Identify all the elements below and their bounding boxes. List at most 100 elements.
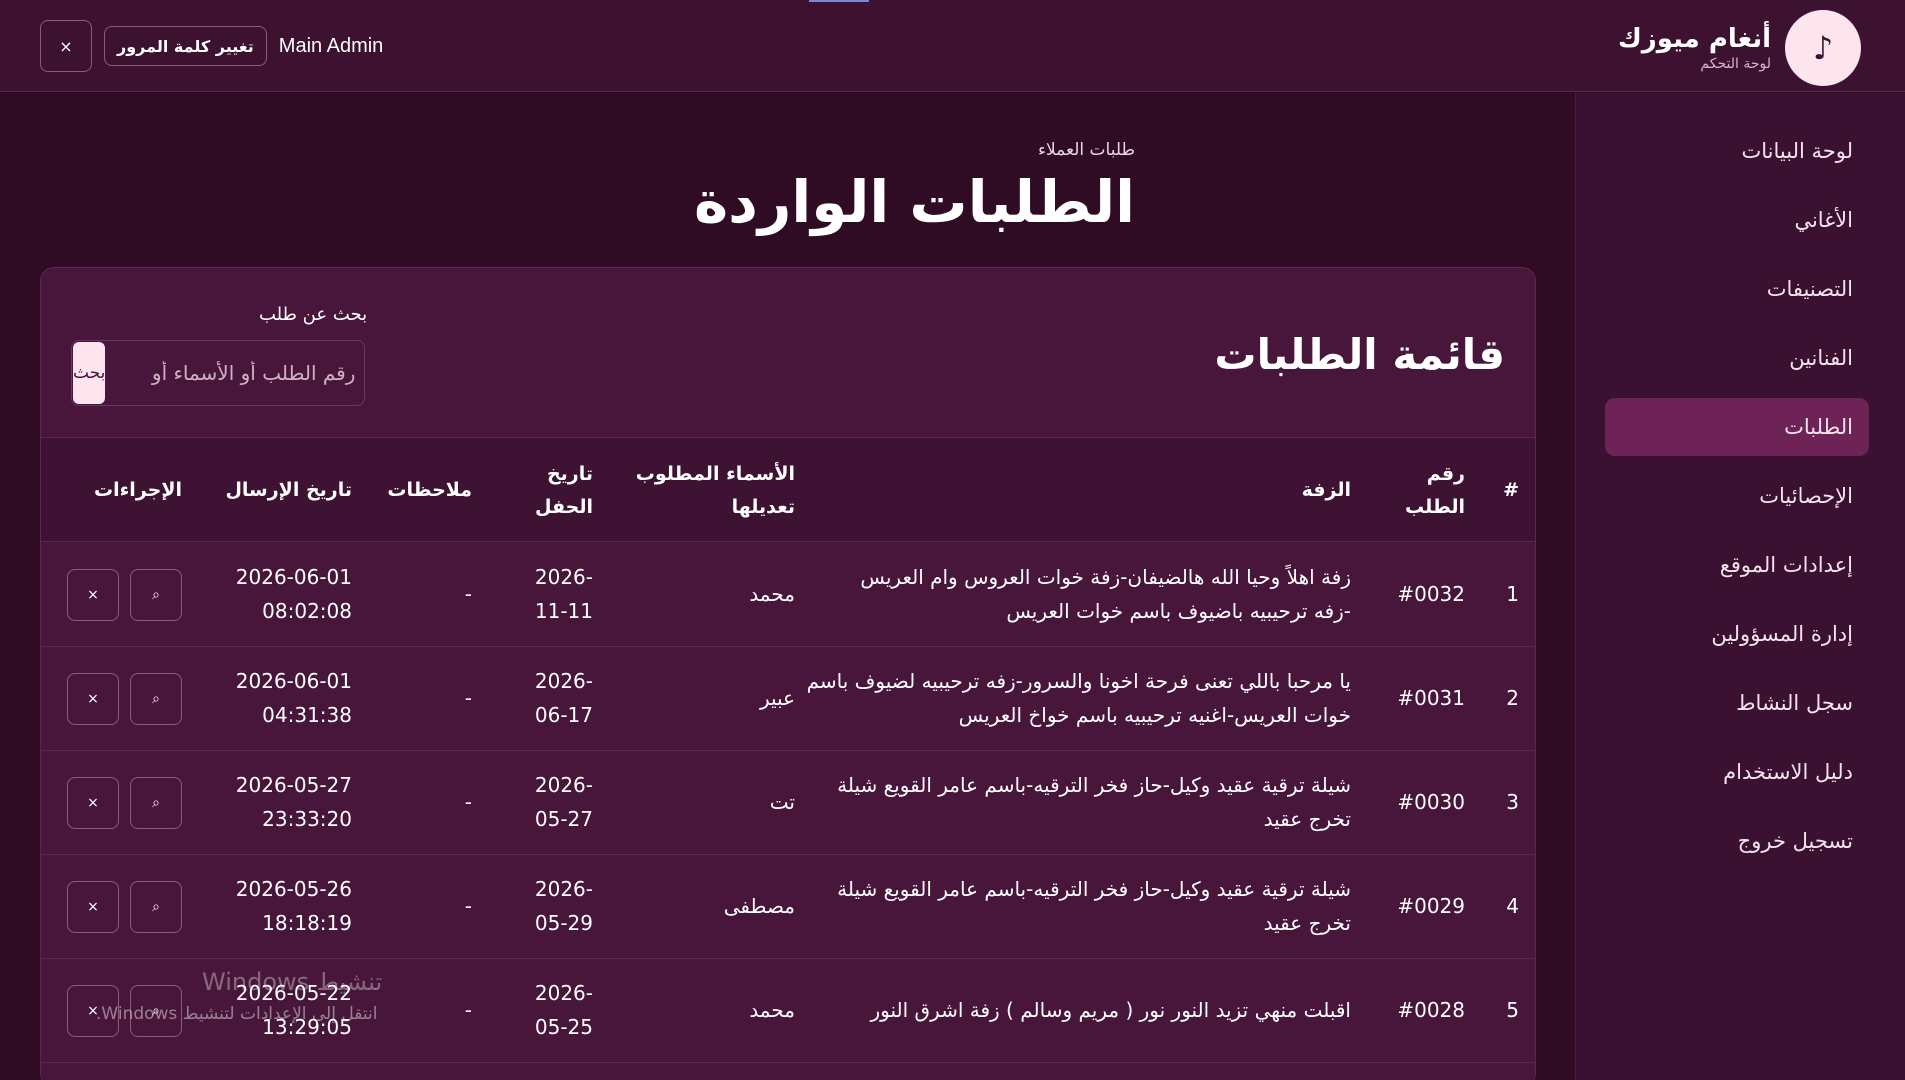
sidebar-item-artists[interactable]: الفنانين — [1605, 329, 1869, 387]
cell-sent-date-line-2: 04:31:38 — [262, 703, 352, 727]
cell-notes: - — [464, 998, 472, 1022]
header-actions: × تغيير كلمة المرور Main Admin — [40, 20, 383, 72]
delete-button[interactable]: × — [67, 881, 119, 933]
windows-watermark-title: تنشيط Windows — [202, 968, 383, 996]
cell-sent-date-line-2: 23:33:20 — [262, 807, 352, 831]
cell-names: تت — [769, 790, 795, 814]
cell-order-no: #0032 — [1397, 582, 1465, 606]
sidebar-item-categories[interactable]: التصنيفات — [1605, 260, 1869, 318]
delete-button[interactable]: × — [67, 777, 119, 829]
table-row: 2 #0031 يا مرحبا باللي تعنى فرحة اخونا وال… — [41, 647, 1535, 751]
orders-card: قائمة الطلبات بحث عن طلب بحث # رقم الطلب… — [40, 267, 1536, 1080]
view-button[interactable]: ⌕ — [130, 777, 182, 829]
close-icon: × — [87, 587, 99, 603]
cell-zaffa-line-2: تخرج عقيد — [1263, 911, 1351, 935]
cell-index: 3 — [1506, 790, 1519, 814]
sidebar-item-songs[interactable]: الأغاني — [1605, 191, 1869, 249]
brand-text: أنغام ميوزك لوحة التحكم — [1618, 24, 1771, 71]
brand-subtitle: لوحة التحكم — [1700, 55, 1771, 72]
cell-order-no: #0029 — [1397, 894, 1465, 918]
music-note-icon: ♪ — [1785, 10, 1861, 86]
close-icon: × — [87, 899, 99, 915]
cell-sent-date-line-1: 2026-05-27 — [235, 773, 352, 797]
cell-notes: - — [464, 790, 472, 814]
cell-sent-date-line-2: 08:02:08 — [262, 599, 352, 623]
cell-sent-date-line-1: 2026-06-01 — [235, 669, 352, 693]
column-header-party-date-2: الحفل — [535, 496, 593, 518]
cell-zaffa-line-2: خوات العريس-اغنيه ترحيبيه باسم خواخ العر… — [958, 703, 1351, 727]
table-row: 4 #0029 شيلة ترقية عقيد وكيل-حاز فخر الترق… — [41, 855, 1535, 959]
search-button[interactable]: بحث — [73, 342, 106, 404]
column-header-index: # — [1503, 479, 1519, 501]
cell-zaffa-line-1: اقبلت منهي تزيد النور نور ( مريم وسالم )… — [870, 998, 1351, 1022]
sidebar-item-statistics[interactable]: الإحصائيات — [1605, 467, 1869, 525]
view-icon: ⌕ — [152, 899, 160, 915]
cell-sent-date-line-2: 18:18:19 — [262, 911, 352, 935]
cell-order-no: #0030 — [1397, 790, 1465, 814]
close-icon: × — [87, 795, 99, 811]
column-header-party-date-1: تاريخ — [546, 463, 593, 485]
sidebar-item-dashboard[interactable]: لوحة البيانات — [1605, 122, 1869, 180]
cell-order-no: #0028 — [1397, 998, 1465, 1022]
cell-names: مصطفى — [723, 894, 795, 918]
cell-party-date-line-1: 2026- — [534, 669, 593, 693]
column-header-zaffa: الزفة — [1301, 479, 1351, 501]
column-header-names-1: الأسماء المطلوب — [635, 463, 795, 485]
cell-notes: - — [464, 894, 472, 918]
cell-names: محمد — [749, 582, 795, 606]
view-icon: ⌕ — [152, 691, 160, 707]
cell-notes: - — [464, 582, 472, 606]
sidebar-item-admins[interactable]: إدارة المسؤولين — [1605, 605, 1869, 663]
cell-party-date-line-1: 2026- — [534, 773, 593, 797]
sidebar-item-activity-log[interactable]: سجل النشاط — [1605, 674, 1869, 732]
sidebar: لوحة البيانات الأغاني التصنيفات الفنانين… — [1575, 93, 1905, 1080]
top-bar: ♪ أنغام ميوزك لوحة التحكم × تغيير كلمة ا… — [0, 0, 1905, 92]
cell-party-date-line-2: 11-11 — [534, 599, 593, 623]
change-password-button[interactable]: تغيير كلمة المرور — [104, 26, 267, 66]
cell-party-date-line-2: 06-17 — [534, 703, 593, 727]
search-label: بحث عن طلب — [259, 304, 368, 325]
cell-zaffa-line-1: شيلة ترقية عقيد وكيل-حاز فخر الترقيه-باس… — [837, 877, 1351, 901]
sidebar-item-user-guide[interactable]: دليل الاستخدام — [1605, 743, 1869, 801]
delete-button[interactable]: × — [67, 673, 119, 725]
cell-index: 2 — [1506, 686, 1519, 710]
table-row: 3 #0030 شيلة ترقية عقيد وكيل-حاز فخر الترق… — [41, 751, 1535, 855]
cell-party-date-line-1: 2026- — [534, 981, 593, 1005]
close-icon: × — [87, 691, 99, 707]
cell-index: 4 — [1506, 894, 1519, 918]
cell-names: محمد — [749, 998, 795, 1022]
cell-zaffa-line-2: -زفه ترحيبيه باضيوف باسم خوات العريس — [1006, 599, 1351, 623]
column-header-actions: الإجراءات — [93, 479, 182, 501]
cell-party-date-line-1: 2026- — [534, 565, 593, 589]
search-input[interactable] — [106, 341, 364, 405]
cell-order-no: #0031 — [1397, 686, 1465, 710]
cell-zaffa-line-1: يا مرحبا باللي تعنى فرحة اخونا والسرور-ز… — [806, 669, 1351, 693]
cell-zaffa-line-1: زفة اهلاً وحيا الله هالضيفان-زفة خوات ال… — [860, 565, 1351, 589]
cell-party-date-line-2: 05-29 — [534, 911, 593, 935]
cell-zaffa-line-1: شيلة ترقية عقيد وكيل-حاز فخر الترقيه-باس… — [837, 773, 1351, 797]
column-header-notes: ملاحظات — [387, 479, 472, 501]
cell-sent-date-line-1: 2026-05-26 — [235, 877, 352, 901]
cell-index: 1 — [1506, 582, 1519, 606]
delete-button[interactable]: × — [67, 569, 119, 621]
cell-party-date-line-1: 2026- — [534, 877, 593, 901]
cell-party-date-line-2: 05-27 — [534, 807, 593, 831]
search-box: بحث — [71, 340, 365, 406]
windows-watermark-subtitle: انتقل إلى الإعدادات لتنشيط Windows. — [96, 1004, 378, 1024]
admin-name: Main Admin — [278, 34, 384, 57]
column-header-order-no-2: الطلب — [1404, 496, 1465, 518]
cell-names: عبير — [759, 686, 795, 710]
cell-sent-date-line-1: 2026-06-01 — [235, 565, 352, 589]
accent-line — [809, 0, 869, 2]
view-button[interactable]: ⌕ — [130, 569, 182, 621]
brand[interactable]: ♪ أنغام ميوزك لوحة التحكم — [1618, 10, 1861, 86]
page-title: الطلبات الواردة — [693, 168, 1135, 236]
view-icon: ⌕ — [152, 587, 160, 603]
sidebar-item-site-settings[interactable]: إعدادات الموقع — [1605, 536, 1869, 594]
view-button[interactable]: ⌕ — [130, 673, 182, 725]
sidebar-item-logout[interactable]: تسجيل خروج — [1605, 812, 1869, 870]
column-header-names-2: تعديلها — [731, 496, 795, 518]
view-button[interactable]: ⌕ — [130, 881, 182, 933]
sidebar-item-orders[interactable]: الطلبات — [1605, 398, 1869, 456]
close-button[interactable]: × — [40, 20, 92, 72]
